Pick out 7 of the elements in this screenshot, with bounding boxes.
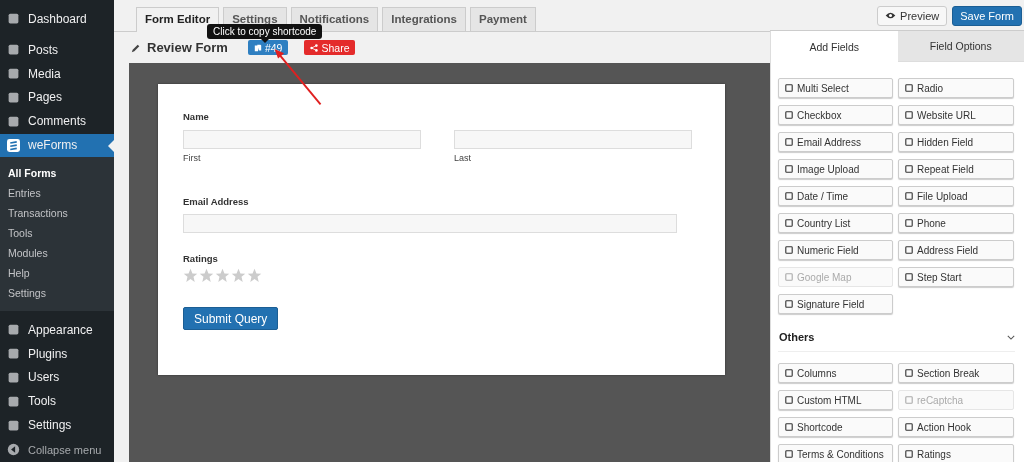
field-label: Ratings (183, 253, 219, 264)
field-label: Name (183, 111, 210, 122)
field-sublabel: Last (454, 153, 472, 163)
field-label: Email Address (183, 196, 250, 207)
section-heading: Others (779, 331, 815, 343)
form-title: Review Form (147, 40, 228, 55)
field-sublabel: First (183, 153, 202, 163)
